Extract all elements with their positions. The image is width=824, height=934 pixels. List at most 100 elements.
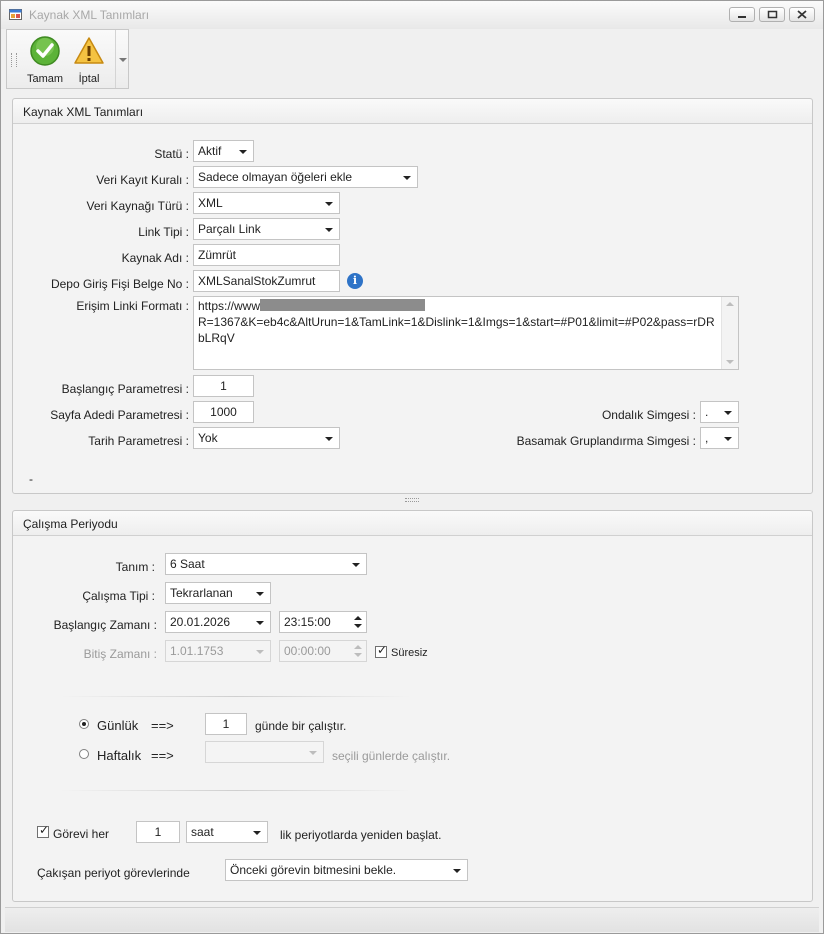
radio-selected-dot bbox=[82, 722, 86, 726]
page-count-input[interactable]: 1000 bbox=[193, 401, 254, 423]
restart-unit-value: saat bbox=[191, 825, 214, 839]
daily-arrow: ==> bbox=[151, 718, 174, 733]
date-param-label: Tarih Parametresi : bbox=[88, 434, 189, 448]
run-type-dropdown[interactable]: Tekrarlanan bbox=[165, 582, 271, 604]
start-time-label: Başlangıç Zamanı : bbox=[53, 618, 157, 632]
close-icon bbox=[797, 10, 807, 19]
url-prefix-text: https://www bbox=[198, 299, 261, 313]
definition-dropdown[interactable]: 6 Saat bbox=[165, 553, 367, 575]
source-type-value: XML bbox=[198, 196, 223, 210]
restart-label: Görevi her bbox=[53, 827, 110, 841]
daily-label: Günlük bbox=[97, 718, 139, 733]
source-group-header: Kaynak XML Tanımları bbox=[13, 99, 812, 124]
url-format-scrollbar[interactable] bbox=[721, 297, 738, 369]
source-name-value: Zümrüt bbox=[198, 248, 237, 262]
status-label: Statü : bbox=[154, 147, 189, 161]
url-format-label: Erişim Linki Formatı : bbox=[76, 299, 189, 313]
record-rule-value: Sadece olmayan öğeleri ekle bbox=[198, 170, 353, 184]
cancel-button[interactable]: İptal bbox=[67, 30, 111, 88]
maximize-button[interactable] bbox=[759, 7, 785, 22]
scroll-down-icon bbox=[726, 360, 734, 364]
cancel-label: İptal bbox=[78, 73, 100, 85]
status-dropdown[interactable]: Aktif bbox=[193, 140, 254, 162]
start-time-spinner[interactable]: 23:15:00 bbox=[279, 611, 367, 633]
close-button[interactable] bbox=[789, 7, 815, 22]
restart-unit-dropdown[interactable]: saat bbox=[186, 821, 268, 843]
end-time-label: Bitiş Zamanı : bbox=[83, 647, 157, 661]
start-param-input[interactable]: 1 bbox=[193, 375, 254, 397]
grouping-symbol-dropdown[interactable]: , bbox=[700, 427, 739, 449]
status-bar bbox=[5, 907, 819, 932]
spin-down-icon[interactable] bbox=[354, 624, 362, 628]
restart-interval-value: 1 bbox=[154, 825, 162, 839]
scroll-up-icon bbox=[726, 302, 734, 306]
link-type-label: Link Tipi : bbox=[138, 225, 189, 239]
toolbar-overflow-dropdown[interactable] bbox=[115, 30, 129, 88]
receipt-no-value: XMLSanalStokZumrut bbox=[198, 274, 316, 288]
spin-up-icon[interactable] bbox=[354, 616, 362, 620]
check-icon bbox=[30, 36, 60, 66]
daily-suffix: günde bir çalıştır. bbox=[255, 719, 347, 733]
splitter-handle[interactable] bbox=[405, 498, 419, 502]
weekly-radio[interactable] bbox=[79, 749, 89, 759]
page-count-value: 1000 bbox=[210, 405, 237, 419]
daily-radio[interactable] bbox=[79, 719, 89, 729]
decimal-symbol-label: Ondalık Simgesi : bbox=[601, 408, 696, 422]
checkmark-icon: ✓ bbox=[39, 823, 50, 837]
ok-label: Tamam bbox=[26, 73, 64, 85]
period-group-title: Çalışma Periyodu bbox=[23, 517, 118, 531]
receipt-no-input[interactable]: XMLSanalStokZumrut bbox=[193, 270, 340, 292]
source-name-input[interactable]: Zümrüt bbox=[193, 244, 340, 266]
unlimited-checkbox[interactable]: ✓ bbox=[375, 643, 388, 658]
conflict-label: Çakışan periyot görevlerinde bbox=[37, 866, 190, 880]
window-title: Kaynak XML Tanımları bbox=[29, 8, 150, 22]
unlimited-label: Süresiz bbox=[391, 647, 428, 659]
record-rule-dropdown[interactable]: Sadece olmayan öğeleri ekle bbox=[193, 166, 418, 188]
redacted-url-part bbox=[260, 299, 426, 311]
status-value: Aktif bbox=[198, 144, 222, 158]
date-param-value: Yok bbox=[198, 431, 218, 445]
decimal-symbol-dropdown[interactable]: . bbox=[700, 401, 739, 423]
maximize-icon bbox=[767, 10, 778, 19]
receipt-no-label: Depo Giriş Fişi Belge No : bbox=[50, 277, 189, 291]
restart-checkbox[interactable]: ✓ bbox=[37, 823, 50, 838]
decimal-symbol-value: . bbox=[705, 405, 709, 419]
conflict-behavior-value: Önceki görevin bitmesini bekle. bbox=[230, 863, 397, 877]
end-time-value: 00:00:00 bbox=[284, 644, 331, 658]
source-group-title: Kaynak XML Tanımları bbox=[23, 105, 144, 119]
spin-down-icon bbox=[354, 653, 362, 657]
end-date-picker: 1.01.1753 bbox=[165, 640, 271, 662]
restart-interval-input[interactable]: 1 bbox=[136, 821, 180, 843]
page-count-label: Sayfa Adedi Parametresi : bbox=[50, 408, 189, 422]
url-format-textarea[interactable]: https://www R=1367&K=eb4c&AltUrun=1&TamL… bbox=[193, 296, 739, 370]
weekly-days-dropdown bbox=[205, 741, 324, 763]
source-type-label: Veri Kaynağı Türü : bbox=[86, 199, 189, 213]
period-group-header: Çalışma Periyodu bbox=[13, 511, 812, 536]
source-type-dropdown[interactable]: XML bbox=[193, 192, 340, 214]
start-time-value: 23:15:00 bbox=[284, 615, 331, 629]
link-type-dropdown[interactable]: Parçalı Link bbox=[193, 218, 340, 240]
date-param-dropdown[interactable]: Yok bbox=[193, 427, 340, 449]
end-time-spinner: 00:00:00 bbox=[279, 640, 367, 662]
footer-dash: - bbox=[29, 472, 33, 486]
app-icon bbox=[9, 9, 22, 20]
daily-interval-input[interactable]: 1 bbox=[205, 713, 247, 735]
end-date-value: 1.01.1753 bbox=[170, 644, 224, 658]
start-param-label: Başlangıç Parametresi : bbox=[61, 382, 189, 396]
toolbar-grip[interactable] bbox=[11, 53, 17, 67]
ok-button[interactable]: Tamam bbox=[23, 30, 67, 88]
weekly-suffix: seçili günlerde çalıştır. bbox=[332, 749, 451, 763]
conflict-behavior-dropdown[interactable]: Önceki görevin bitmesini bekle. bbox=[225, 859, 468, 881]
minimize-button[interactable] bbox=[729, 7, 755, 22]
run-type-value: Tekrarlanan bbox=[170, 586, 233, 600]
weekly-label: Haftalık bbox=[97, 748, 142, 763]
toolbar: Tamam İptal bbox=[6, 29, 129, 89]
checkmark-icon: ✓ bbox=[377, 643, 388, 657]
link-type-value: Parçalı Link bbox=[198, 222, 261, 236]
title-bar: Kaynak XML Tanımları bbox=[1, 1, 823, 29]
record-rule-label: Veri Kayıt Kuralı : bbox=[96, 173, 189, 187]
run-type-label: Çalışma Tipi : bbox=[82, 589, 155, 603]
start-param-value: 1 bbox=[220, 379, 227, 393]
start-date-picker[interactable]: 20.01.2026 bbox=[165, 611, 271, 633]
info-icon[interactable]: i bbox=[347, 273, 363, 289]
